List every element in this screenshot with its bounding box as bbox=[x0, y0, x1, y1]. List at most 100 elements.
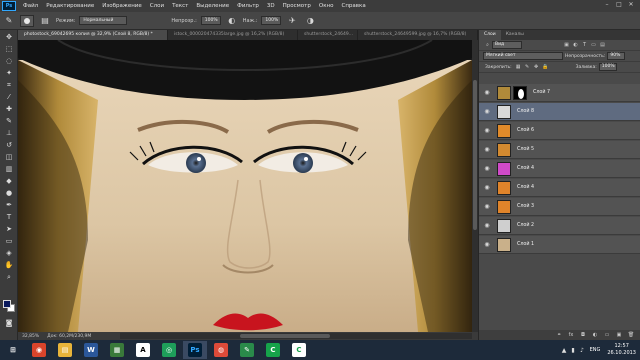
3d-tool-icon[interactable]: ◈ bbox=[3, 248, 15, 259]
menu-select[interactable]: Выделение bbox=[192, 3, 233, 9]
document-size[interactable]: Док: 60,2M/230,9M bbox=[43, 334, 95, 339]
tab-document-3[interactable]: shutterstock_24649... bbox=[298, 30, 358, 40]
filter-smart-icon[interactable]: ▤ bbox=[599, 42, 606, 49]
layer-name[interactable]: Слой 1 bbox=[517, 242, 534, 247]
layer-row[interactable]: ◉ Слой 1 bbox=[479, 236, 640, 254]
visibility-eye-icon[interactable]: ◉ bbox=[483, 127, 491, 135]
layer-style-icon[interactable]: fx bbox=[567, 331, 575, 339]
history-brush-tool-icon[interactable]: ↺ bbox=[3, 140, 15, 151]
filter-adjust-icon[interactable]: ◐ bbox=[572, 42, 579, 49]
layer-row[interactable]: ◉ Слой 8 bbox=[479, 103, 640, 121]
visibility-eye-icon[interactable]: ◉ bbox=[483, 203, 491, 211]
menu-help[interactable]: Справка bbox=[337, 3, 369, 9]
volume-icon[interactable]: ♪ bbox=[578, 347, 587, 354]
taskbar-app-6[interactable]: ◎ bbox=[157, 341, 181, 359]
tab-layers[interactable]: Слои bbox=[479, 30, 501, 40]
taskbar-app-9[interactable]: ✎ bbox=[235, 341, 259, 359]
eraser-tool-icon[interactable]: ◫ bbox=[3, 152, 15, 163]
layer-name[interactable]: Слой 2 bbox=[517, 223, 534, 228]
foreground-color-swatch[interactable] bbox=[3, 300, 11, 308]
layer-row[interactable]: ◉ Слой 6 bbox=[479, 122, 640, 140]
horizontal-scroll-thumb[interactable] bbox=[240, 334, 330, 338]
menu-3d[interactable]: 3D bbox=[263, 3, 279, 9]
menu-window[interactable]: Окно bbox=[315, 3, 338, 9]
blur-tool-icon[interactable]: ◆ bbox=[3, 176, 15, 187]
layer-row[interactable]: ◉ Слой 3 bbox=[479, 198, 640, 216]
filter-shape-icon[interactable]: ▭ bbox=[590, 42, 597, 49]
menu-image[interactable]: Изображение bbox=[98, 3, 146, 9]
quick-select-tool-icon[interactable]: ✦ bbox=[3, 68, 15, 79]
brush-preset-picker[interactable] bbox=[20, 14, 34, 27]
zoom-level[interactable]: 32,85% bbox=[18, 334, 43, 339]
blend-mode-select[interactable]: Мягкий свет bbox=[483, 52, 563, 60]
layer-row[interactable]: ◉ Слой 4 bbox=[479, 160, 640, 178]
mode-select[interactable]: Нормальный bbox=[79, 16, 128, 25]
visibility-eye-icon[interactable]: ◉ bbox=[483, 146, 491, 154]
lock-transparent-icon[interactable]: ▦ bbox=[515, 64, 522, 71]
minimize-button[interactable]: – bbox=[602, 1, 612, 9]
horizontal-scrollbar[interactable] bbox=[120, 333, 472, 339]
marquee-tool-icon[interactable]: ⬚ bbox=[3, 44, 15, 55]
taskbar-app-7[interactable]: Ps bbox=[183, 341, 207, 359]
type-tool-icon[interactable]: T bbox=[3, 212, 15, 223]
layer-name[interactable]: Слой 4 bbox=[517, 166, 534, 171]
layer-thumbnail[interactable] bbox=[497, 143, 511, 157]
layer-row[interactable]: ◉ Слой 2 bbox=[479, 217, 640, 235]
crop-tool-icon[interactable]: ⌗ bbox=[3, 80, 15, 91]
layer-name[interactable]: Слой 8 bbox=[517, 109, 534, 114]
layer-row[interactable]: ◉ Слой 4 bbox=[479, 179, 640, 197]
visibility-eye-icon[interactable]: ◉ bbox=[483, 165, 491, 173]
network-icon[interactable]: ▮ bbox=[569, 347, 578, 354]
airbrush-icon[interactable]: ✈ bbox=[286, 15, 298, 27]
opacity-field[interactable]: 100% bbox=[200, 16, 221, 25]
input-language[interactable]: ENG bbox=[590, 347, 601, 353]
layer-name[interactable]: Слой 4 bbox=[517, 185, 534, 190]
taskbar-app-10[interactable]: C bbox=[261, 341, 285, 359]
menu-filter[interactable]: Фильтр bbox=[233, 3, 263, 9]
image-canvas[interactable] bbox=[18, 40, 472, 332]
layer-filter-select[interactable]: Вид bbox=[492, 41, 522, 49]
gradient-tool-icon[interactable]: ▥ bbox=[3, 164, 15, 175]
brush-panel-icon[interactable]: ▤ bbox=[39, 15, 51, 27]
filter-pixel-icon[interactable]: ▣ bbox=[563, 42, 570, 49]
zoom-tool-icon[interactable]: ⌕ bbox=[3, 272, 15, 283]
taskbar-app-5[interactable]: A bbox=[131, 341, 155, 359]
menu-layers[interactable]: Слои bbox=[146, 3, 168, 9]
quick-mask-icon[interactable]: ◙ bbox=[3, 318, 15, 329]
tab-document-1[interactable]: photostock_69042695 копия @ 32,9% (Слой … bbox=[18, 30, 168, 40]
visibility-eye-icon[interactable]: ◉ bbox=[483, 184, 491, 192]
lock-all-icon[interactable]: 🔒 bbox=[542, 64, 549, 71]
brush-tool-icon-side[interactable]: ✎ bbox=[3, 116, 15, 127]
filter-type-icon[interactable]: T bbox=[581, 42, 588, 49]
move-tool-icon[interactable]: ✥ bbox=[3, 32, 15, 43]
new-layer-icon[interactable]: ▣ bbox=[615, 331, 623, 339]
add-mask-icon[interactable]: ◘ bbox=[579, 331, 587, 339]
layer-thumbnail[interactable] bbox=[497, 181, 511, 195]
tab-document-4[interactable]: shutterstock_24649599.jpg @ 16,7% (RGB/8… bbox=[358, 30, 478, 40]
shape-tool-icon[interactable]: ▭ bbox=[3, 236, 15, 247]
menu-edit[interactable]: Редактирование bbox=[42, 3, 98, 9]
hand-tool-icon[interactable]: ✋ bbox=[3, 260, 15, 271]
visibility-eye-icon[interactable]: ◉ bbox=[483, 241, 491, 249]
layer-name[interactable]: Слой 6 bbox=[517, 128, 534, 133]
lock-position-icon[interactable]: ✥ bbox=[533, 64, 540, 71]
clone-stamp-tool-icon[interactable]: ⊥ bbox=[3, 128, 15, 139]
layer-thumbnail[interactable] bbox=[497, 200, 511, 214]
tab-channels[interactable]: Каналы bbox=[501, 30, 529, 40]
link-layers-icon[interactable]: ⚭ bbox=[555, 331, 563, 339]
healing-tool-icon[interactable]: ✚ bbox=[3, 104, 15, 115]
flow-field[interactable]: 100% bbox=[261, 16, 282, 25]
start-button[interactable]: ⊞ bbox=[1, 341, 25, 359]
layer-name[interactable]: Слой 5 bbox=[517, 147, 534, 152]
visibility-eye-icon[interactable]: ◉ bbox=[483, 89, 491, 97]
menu-file[interactable]: Файл bbox=[19, 3, 42, 9]
taskbar-app-1[interactable]: ◉ bbox=[27, 341, 51, 359]
layer-thumbnail[interactable] bbox=[497, 238, 511, 252]
layer-opacity-field[interactable]: 90% bbox=[607, 52, 626, 60]
path-select-tool-icon[interactable]: ➤ bbox=[3, 224, 15, 235]
dodge-tool-icon[interactable]: ● bbox=[3, 188, 15, 199]
layer-thumbnail[interactable] bbox=[497, 105, 511, 119]
layer-name[interactable]: Слой 7 bbox=[533, 90, 550, 95]
menu-type[interactable]: Текст bbox=[168, 3, 192, 9]
layer-thumbnail[interactable] bbox=[497, 219, 511, 233]
